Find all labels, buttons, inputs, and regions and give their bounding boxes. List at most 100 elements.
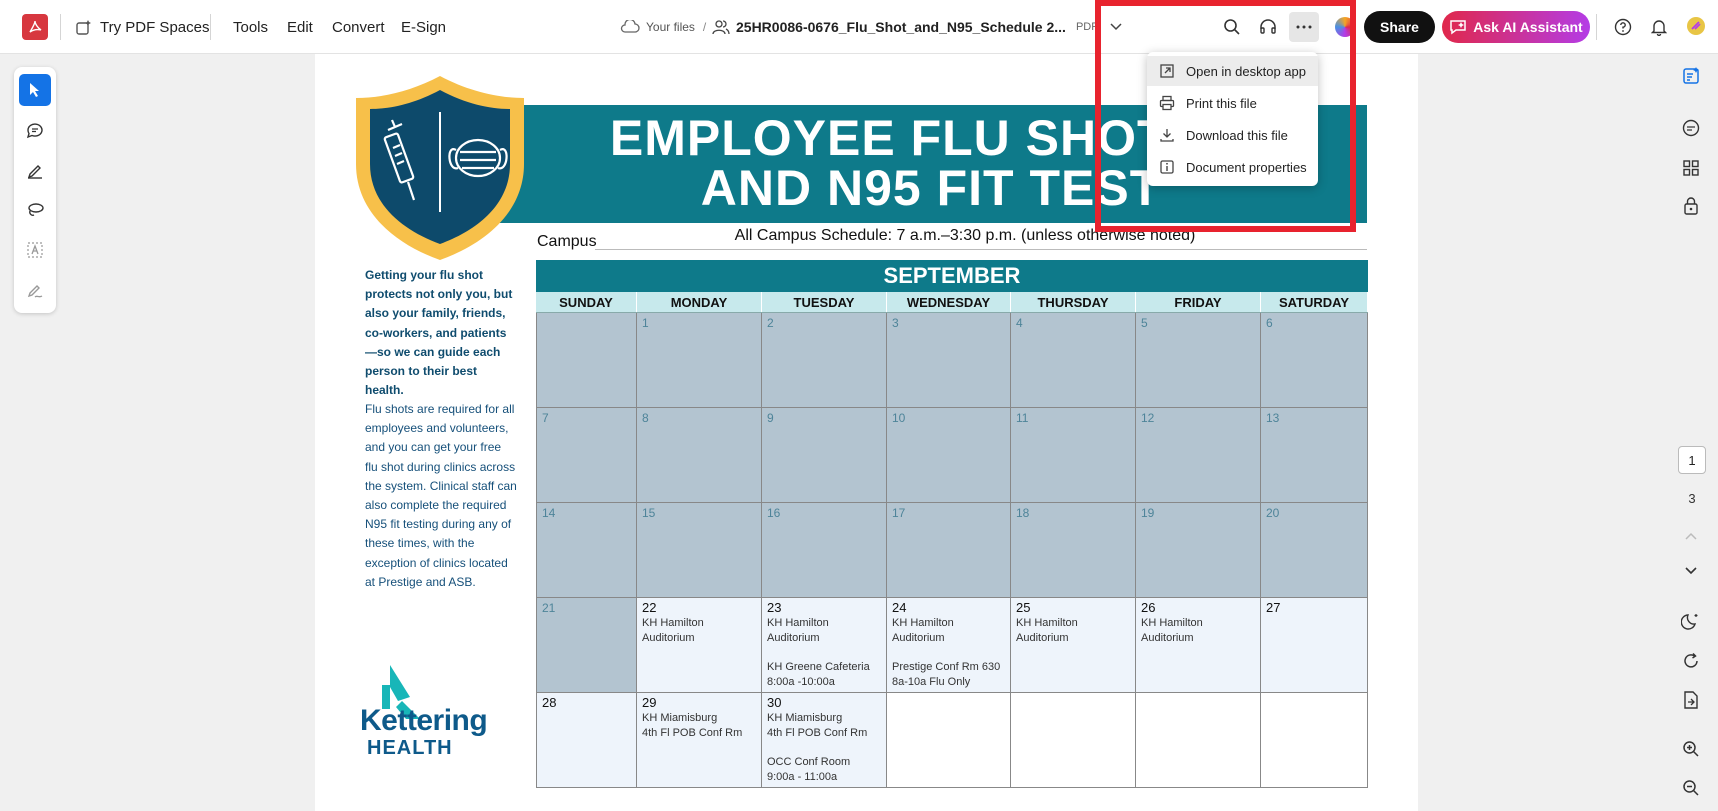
flu-shot-intro: Getting your flu shot protects not only … xyxy=(365,268,513,398)
help-icon[interactable] xyxy=(1613,17,1633,37)
weekday-header-row: SUNDAY MONDAY TUESDAY WEDNESDAY THURSDAY FRID… xyxy=(536,292,1368,313)
organize-pages-icon[interactable] xyxy=(1681,158,1701,178)
try-pdf-spaces-label: Try PDF Spaces xyxy=(100,18,210,36)
day-number: 16 xyxy=(767,506,781,520)
calendar-day-cell: 22 KH Hamilton Auditorium xyxy=(637,598,762,692)
calendar-day-cell: 20 xyxy=(1261,503,1368,597)
comments-panel-icon[interactable] xyxy=(1681,118,1701,138)
calendar-day-cell: 3 xyxy=(887,313,1011,407)
lock-file-icon[interactable] xyxy=(1681,196,1701,216)
clinic-event-line: 8a-10a Flu Only xyxy=(892,676,971,688)
tool-rail xyxy=(14,67,56,313)
try-pdf-spaces-button[interactable]: Try PDF Spaces xyxy=(75,0,209,54)
day-number: 23 xyxy=(767,600,782,615)
calendar-day-cell: 27 xyxy=(1261,598,1368,692)
clinic-event-line: 9:00a - 11:00a xyxy=(767,771,838,783)
ask-ai-label: Ask AI Assistant xyxy=(1473,19,1583,35)
zoom-in-icon[interactable] xyxy=(1681,739,1701,759)
ai-chat-icon xyxy=(1449,19,1467,35)
day-number: 24 xyxy=(892,600,907,615)
day-number: 20 xyxy=(1266,506,1280,520)
clinic-event-line: OCC Conf Room xyxy=(767,756,851,768)
clinic-event-line: Prestige Conf Rm 630 xyxy=(892,661,1001,673)
clinic-event-line: KH Hamilton xyxy=(642,617,704,629)
select-tool-icon[interactable] xyxy=(19,74,51,106)
divider xyxy=(595,249,1367,250)
clinic-event-line: Auditorium xyxy=(892,632,945,644)
clinic-event-line: KH Hamilton xyxy=(892,617,954,629)
day-number: 11 xyxy=(1016,411,1029,425)
day-number: 28 xyxy=(542,695,557,710)
calendar: SEPTEMBER SUNDAY MONDAY TUESDAY WEDNESDAY TH… xyxy=(536,260,1368,788)
your-files-link[interactable]: Your files / xyxy=(620,0,706,54)
calendar-month: SEPTEMBER xyxy=(536,260,1368,292)
ai-document-icon[interactable] xyxy=(1681,66,1701,86)
day-number: 10 xyxy=(892,411,906,425)
divider xyxy=(210,14,211,40)
calendar-weeks: 1 2 3 4 5 6 7 8 9 10 11 12 13 14 15 16 17 18 19 20 21 22 KH Ha… xyxy=(536,313,1368,788)
clinic-event-line: KH Hamilton xyxy=(767,617,829,629)
calendar-week-row: 7 8 9 10 11 12 13 xyxy=(536,408,1368,503)
dark-mode-icon[interactable] xyxy=(1681,611,1701,631)
calendar-day-cell: 11 xyxy=(1011,408,1136,502)
clinic-event-line: 4th Fl POB Conf Rm xyxy=(642,727,743,739)
calendar-day-cell: 6 xyxy=(1261,313,1368,407)
calendar-day-cell: 12 xyxy=(1136,408,1261,502)
day-number: 14 xyxy=(542,506,556,520)
clinic-event-line: KH Hamilton xyxy=(1016,617,1078,629)
divider xyxy=(1596,14,1597,40)
day-number: 7 xyxy=(542,411,549,425)
chevron-up-icon[interactable] xyxy=(1681,526,1701,546)
ask-ai-assistant-button[interactable]: Ask AI Assistant xyxy=(1442,11,1590,43)
calendar-day-cell: 16 xyxy=(762,503,887,597)
acrobat-ai-icon[interactable] xyxy=(1684,14,1708,38)
text-box-tool-icon[interactable] xyxy=(19,234,51,266)
weekday-header: TUESDAY xyxy=(762,292,887,312)
clinic-event-line: KH Greene Cafeteria xyxy=(767,661,870,673)
calendar-day-cell: 26 KH Hamilton Auditorium xyxy=(1136,598,1261,692)
comment-tool-icon[interactable] xyxy=(19,114,51,146)
export-file-icon[interactable] xyxy=(1681,690,1701,710)
acrobat-logo-icon[interactable] xyxy=(22,14,48,40)
zoom-out-icon[interactable] xyxy=(1681,778,1701,798)
weekday-header: THURSDAY xyxy=(1011,292,1136,312)
campus-label: Campus xyxy=(537,233,597,250)
clinic-event-line xyxy=(767,741,881,754)
share-button[interactable]: Share xyxy=(1364,11,1435,43)
menu-edit[interactable]: Edit xyxy=(287,0,313,54)
bell-icon[interactable] xyxy=(1649,17,1669,37)
divider xyxy=(60,14,61,40)
calendar-day-cell: 2 xyxy=(762,313,887,407)
chevron-down-icon[interactable] xyxy=(1681,561,1701,581)
calendar-day-cell xyxy=(1136,693,1261,787)
menu-tools[interactable]: Tools xyxy=(233,0,268,54)
draw-tool-icon[interactable] xyxy=(19,154,51,186)
day-number: 12 xyxy=(1141,411,1155,425)
calendar-day-cell: 19 xyxy=(1136,503,1261,597)
menu-convert[interactable]: Convert xyxy=(332,0,385,54)
calendar-day-cell: 25 KH Hamilton Auditorium xyxy=(1011,598,1136,692)
day-number: 17 xyxy=(892,506,906,520)
menu-esign[interactable]: E-Sign xyxy=(401,0,446,54)
signature-tool-icon[interactable] xyxy=(19,274,51,306)
day-number: 9 xyxy=(767,411,774,425)
lasso-tool-icon[interactable] xyxy=(19,194,51,226)
day-number: 22 xyxy=(642,600,657,615)
day-number: 30 xyxy=(767,695,782,710)
weekday-header: SATURDAY xyxy=(1261,292,1368,312)
calendar-day-cell: 30 KH Miamisburg 4th Fl POB Conf Rm OCC Con… xyxy=(762,693,887,787)
calendar-day-cell xyxy=(536,313,637,407)
clinic-event-line xyxy=(767,646,881,659)
day-number: 27 xyxy=(1266,600,1281,615)
right-rail xyxy=(1664,54,1718,811)
current-page-input[interactable]: 1 xyxy=(1678,446,1706,474)
weekday-header: SUNDAY xyxy=(536,292,637,312)
clinic-event-line: Auditorium xyxy=(1016,632,1069,644)
day-number: 18 xyxy=(1016,506,1030,520)
day-number: 25 xyxy=(1016,600,1031,615)
day-number: 15 xyxy=(642,506,656,520)
day-number: 6 xyxy=(1266,316,1273,330)
rotate-icon[interactable] xyxy=(1681,651,1701,671)
clinic-event-line: KH Miamisburg xyxy=(767,712,843,724)
file-name-breadcrumb[interactable]: 25HR0086-0676_Flu_Shot_and_N95_Schedule … xyxy=(712,0,1122,54)
